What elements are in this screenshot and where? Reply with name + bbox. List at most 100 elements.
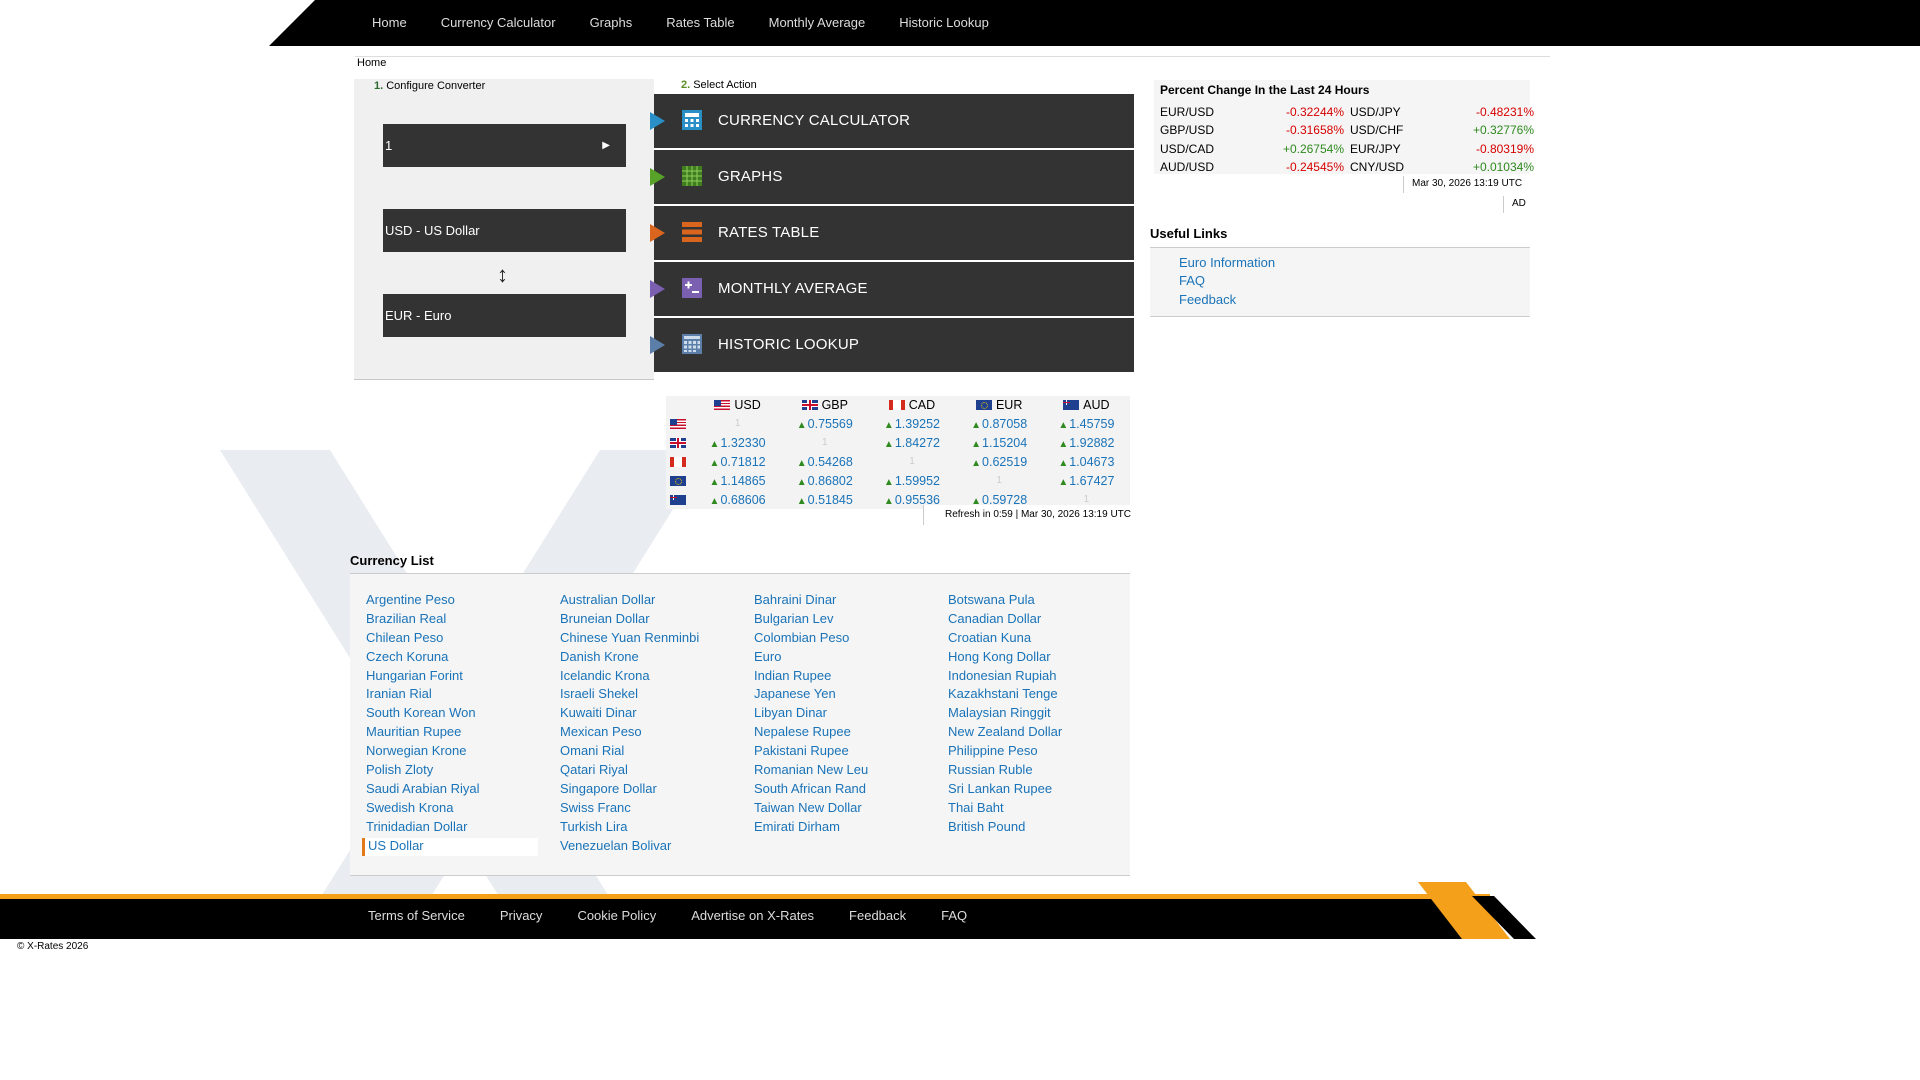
- currency-list-item[interactable]: Turkish Lira: [560, 819, 754, 838]
- action-rates-table[interactable]: RATES TABLE: [650, 206, 1134, 260]
- currency-list-item[interactable]: Indonesian Rupiah: [948, 668, 1142, 687]
- currency-pair[interactable]: GBP/USD: [1160, 121, 1223, 139]
- rate-cell[interactable]: ▲1.32330: [694, 433, 781, 452]
- column-header-cad[interactable]: CAD: [868, 396, 955, 414]
- link-feedback[interactable]: Feedback: [1179, 292, 1236, 307]
- currency-list-item[interactable]: Euro: [754, 649, 948, 668]
- currency-list-item[interactable]: Qatari Riyal: [560, 762, 754, 781]
- currency-list-item[interactable]: Botswana Pula: [948, 592, 1142, 611]
- rate-cell[interactable]: ▲1.39252: [868, 414, 955, 433]
- swap-currencies-icon[interactable]: ↕: [497, 262, 508, 288]
- currency-list-item[interactable]: Indian Rupee: [754, 668, 948, 687]
- link-faq[interactable]: FAQ: [1179, 273, 1205, 288]
- currency-list-item[interactable]: Kuwaiti Dinar: [560, 705, 754, 724]
- currency-list-item[interactable]: Argentine Peso: [366, 592, 560, 611]
- currency-list-item[interactable]: Mexican Peso: [560, 724, 754, 743]
- footer-advertise-link[interactable]: Advertise on X-Rates: [691, 899, 814, 939]
- currency-list-item[interactable]: Philippine Peso: [948, 743, 1142, 762]
- currency-list-item[interactable]: Croatian Kuna: [948, 630, 1142, 649]
- rate-cell[interactable]: ▲1.84272: [868, 433, 955, 452]
- currency-pair[interactable]: USD/CAD: [1160, 140, 1223, 158]
- currency-list-item[interactable]: Venezuelan Bolivar: [560, 838, 754, 857]
- currency-list-item[interactable]: Danish Krone: [560, 649, 754, 668]
- play-arrow-icon[interactable]: ▶: [602, 124, 610, 167]
- currency-pair[interactable]: USD/JPY: [1350, 103, 1413, 121]
- footer-privacy-link[interactable]: Privacy: [500, 899, 543, 939]
- rate-cell[interactable]: ▲0.87058: [956, 414, 1043, 433]
- currency-list-item[interactable]: Bahraini Dinar: [754, 592, 948, 611]
- currency-list-item[interactable]: Hong Kong Dollar: [948, 649, 1142, 668]
- column-header-usd[interactable]: USD: [694, 396, 781, 414]
- rate-cell[interactable]: ▲0.71812: [694, 452, 781, 471]
- rate-cell[interactable]: ▲1.04673: [1043, 452, 1130, 471]
- currency-list-item[interactable]: Thai Baht: [948, 800, 1142, 819]
- footer-terms-link[interactable]: Terms of Service: [368, 899, 465, 939]
- currency-list-item[interactable]: British Pound: [948, 819, 1142, 838]
- action-historic-lookup[interactable]: HISTORIC LOOKUP: [650, 318, 1134, 372]
- currency-list-item[interactable]: Swedish Krona: [366, 800, 560, 819]
- footer-cookie-policy-link[interactable]: Cookie Policy: [577, 899, 656, 939]
- currency-list-item[interactable]: Nepalese Rupee: [754, 724, 948, 743]
- currency-list-item[interactable]: Israeli Shekel: [560, 686, 754, 705]
- ad-label[interactable]: AD: [1503, 196, 1530, 213]
- from-currency-select[interactable]: USD - US Dollar: [383, 209, 626, 252]
- currency-list-item[interactable]: Norwegian Krone: [366, 743, 560, 762]
- currency-list-item[interactable]: Canadian Dollar: [948, 611, 1142, 630]
- rate-cell[interactable]: ▲0.54268: [781, 452, 868, 471]
- currency-list-item[interactable]: Polish Zloty: [366, 762, 560, 781]
- rate-cell[interactable]: ▲1.67427: [1043, 471, 1130, 490]
- currency-list-item[interactable]: Chilean Peso: [366, 630, 560, 649]
- currency-list-item[interactable]: Mauritian Rupee: [366, 724, 560, 743]
- amount-field[interactable]: 1 ▶: [383, 124, 626, 167]
- column-header-eur[interactable]: EUR: [956, 396, 1043, 414]
- currency-list-item[interactable]: Bruneian Dollar: [560, 611, 754, 630]
- rate-cell[interactable]: ▲0.86802: [781, 471, 868, 490]
- currency-list-item[interactable]: Japanese Yen: [754, 686, 948, 705]
- rate-cell[interactable]: ▲0.75569: [781, 414, 868, 433]
- currency-list-item[interactable]: Russian Ruble: [948, 762, 1142, 781]
- currency-list-item[interactable]: Iranian Rial: [366, 686, 560, 705]
- action-graphs[interactable]: GRAPHS: [650, 150, 1134, 204]
- currency-list-item[interactable]: Libyan Dinar: [754, 705, 948, 724]
- rate-cell[interactable]: ▲1.14865: [694, 471, 781, 490]
- footer-faq-link[interactable]: FAQ: [941, 899, 967, 939]
- currency-list-item[interactable]: New Zealand Dollar: [948, 724, 1142, 743]
- currency-list-item[interactable]: Icelandic Krona: [560, 668, 754, 687]
- currency-list-item[interactable]: Sri Lankan Rupee: [948, 781, 1142, 800]
- currency-list-item[interactable]: Taiwan New Dollar: [754, 800, 948, 819]
- nav-rates-table[interactable]: Rates Table: [666, 0, 734, 46]
- currency-list-item[interactable]: Omani Rial: [560, 743, 754, 762]
- rate-cell[interactable]: ▲1.15204: [956, 433, 1043, 452]
- currency-list-item[interactable]: Chinese Yuan Renminbi: [560, 630, 754, 649]
- rate-cell[interactable]: ▲0.62519: [956, 452, 1043, 471]
- currency-list-item[interactable]: Czech Koruna: [366, 649, 560, 668]
- action-monthly-average[interactable]: MONTHLY AVERAGE: [650, 262, 1134, 316]
- column-header-aud[interactable]: AUD: [1043, 396, 1130, 414]
- currency-list-item[interactable]: Hungarian Forint: [366, 668, 560, 687]
- currency-list-item[interactable]: South Korean Won: [366, 705, 560, 724]
- to-currency-select[interactable]: EUR - Euro: [383, 294, 626, 337]
- currency-pair[interactable]: EUR/USD: [1160, 103, 1223, 121]
- currency-pair[interactable]: AUD/USD: [1160, 158, 1223, 176]
- currency-pair[interactable]: CNY/USD: [1350, 158, 1413, 176]
- currency-list-item[interactable]: Romanian New Leu: [754, 762, 948, 781]
- nav-monthly-average[interactable]: Monthly Average: [769, 0, 866, 46]
- rate-cell[interactable]: ▲1.59952: [868, 471, 955, 490]
- currency-list-item[interactable]: US Dollar: [362, 837, 538, 857]
- link-euro-information[interactable]: Euro Information: [1179, 255, 1275, 270]
- currency-list-item[interactable]: Swiss Franc: [560, 800, 754, 819]
- footer-feedback-link[interactable]: Feedback: [849, 899, 906, 939]
- currency-list-item[interactable]: Emirati Dirham: [754, 819, 948, 838]
- rate-cell[interactable]: ▲0.68606: [694, 490, 781, 509]
- currency-list-item[interactable]: Kazakhstani Tenge: [948, 686, 1142, 705]
- rate-cell[interactable]: ▲1.92882: [1043, 433, 1130, 452]
- currency-list-item[interactable]: Saudi Arabian Riyal: [366, 781, 560, 800]
- currency-pair[interactable]: EUR/JPY: [1350, 140, 1413, 158]
- nav-graphs[interactable]: Graphs: [590, 0, 633, 46]
- currency-list-item[interactable]: Brazilian Real: [366, 611, 560, 630]
- rate-cell[interactable]: ▲0.51845: [781, 490, 868, 509]
- currency-list-item[interactable]: Australian Dollar: [560, 592, 754, 611]
- nav-currency-calculator[interactable]: Currency Calculator: [441, 0, 556, 46]
- currency-list-item[interactable]: Bulgarian Lev: [754, 611, 948, 630]
- action-currency-calculator[interactable]: CURRENCY CALCULATOR: [650, 94, 1134, 148]
